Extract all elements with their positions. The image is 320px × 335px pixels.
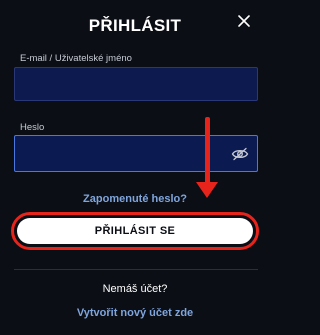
- close-icon[interactable]: [237, 14, 251, 28]
- email-field[interactable]: [15, 68, 257, 100]
- email-field-box: [14, 67, 258, 101]
- divider: [14, 269, 258, 270]
- password-field[interactable]: [15, 136, 257, 171]
- submit-button-highlight: PŘIHLÁSIT SE: [11, 212, 259, 250]
- email-label: E-mail / Uživatelské jméno: [20, 53, 132, 64]
- create-account-link[interactable]: Vytvořit nový účet zde: [0, 307, 270, 319]
- no-account-text: Nemáš účet?: [102, 283, 168, 295]
- annotation-arrow-head: [196, 182, 218, 198]
- dialog-title: PŘIHLÁSIT: [88, 16, 182, 35]
- eye-slash-icon[interactable]: [231, 147, 249, 161]
- annotation-arrow-shaft: [205, 117, 210, 189]
- password-field-box: [14, 135, 258, 172]
- login-dialog: PŘIHLÁSIT E-mail / Uživatelské jméno Hes…: [0, 0, 270, 335]
- login-submit-button[interactable]: PŘIHLÁSIT SE: [17, 218, 253, 244]
- forgot-password-link[interactable]: Zapomenuté heslo?: [0, 193, 270, 205]
- password-label: Heslo: [20, 122, 45, 133]
